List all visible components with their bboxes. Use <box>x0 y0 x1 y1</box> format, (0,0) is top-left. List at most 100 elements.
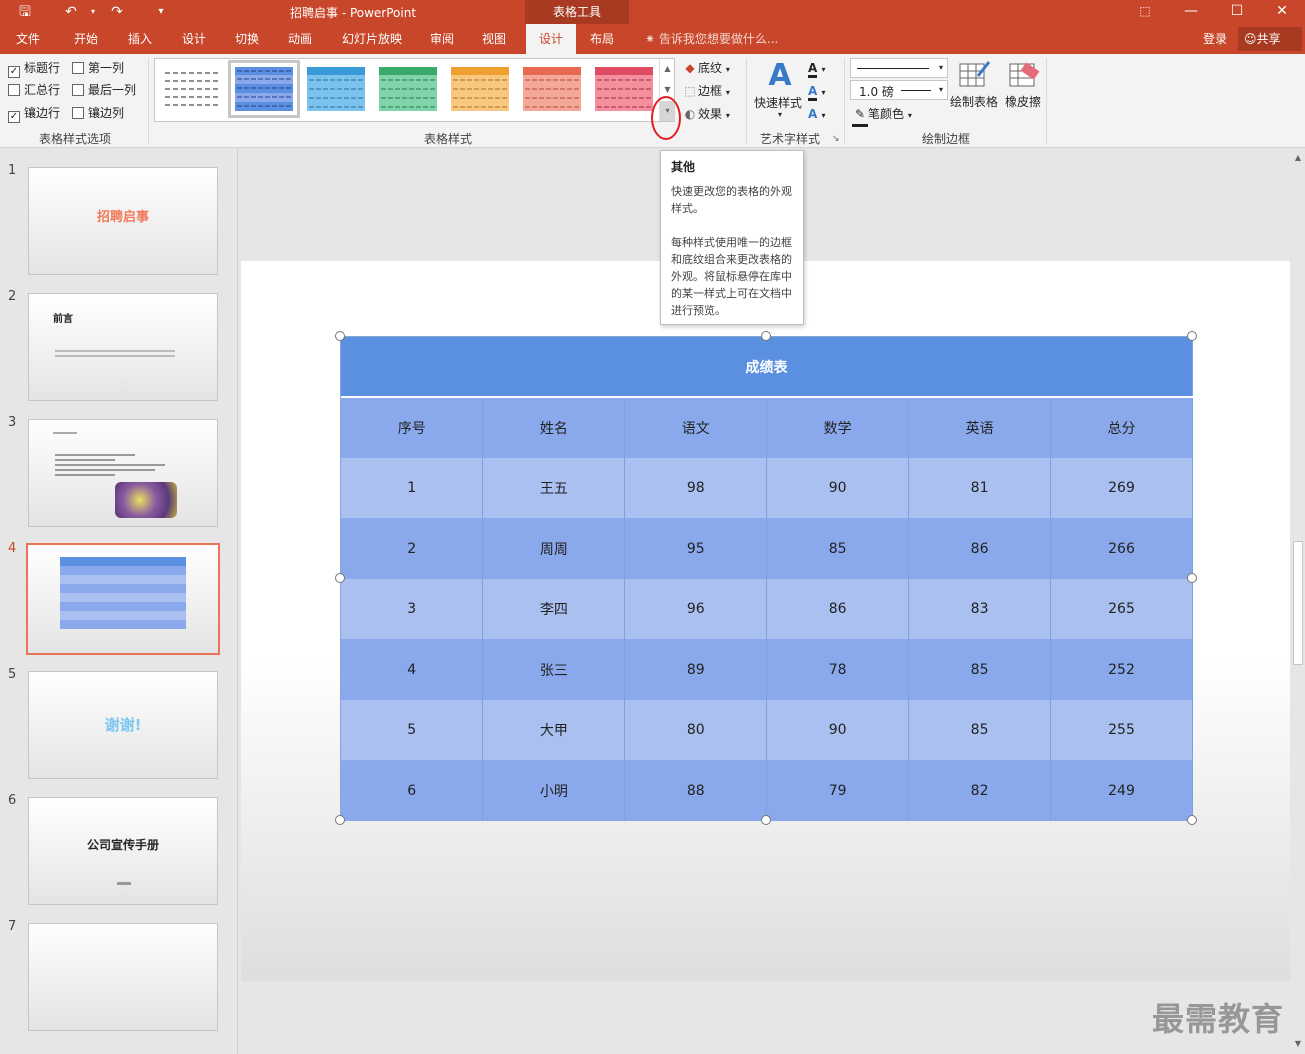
table-cell[interactable]: 269 <box>1050 458 1193 518</box>
resize-handle[interactable] <box>335 331 345 341</box>
table-cell[interactable]: 6 <box>341 760 484 821</box>
pen-color-button[interactable]: ✎ 笔颜色 ▾ <box>852 104 912 127</box>
resize-handle[interactable] <box>335 815 345 825</box>
table-cell[interactable]: 80 <box>624 700 768 760</box>
maximize-button[interactable]: ☐ <box>1214 0 1260 24</box>
resize-handle[interactable] <box>761 815 771 825</box>
customize-quick-access-icon[interactable]: ▾ <box>150 2 172 22</box>
resize-handle[interactable] <box>335 573 345 583</box>
tab-table-design[interactable]: 设计 <box>526 24 576 54</box>
table-cell[interactable]: 89 <box>624 639 768 700</box>
undo-icon[interactable]: ↶ <box>60 2 82 22</box>
draw-table-button[interactable]: 绘制表格 <box>950 92 998 112</box>
text-fill-button[interactable]: A ▾ <box>808 58 826 78</box>
gallery-scroll-up-icon[interactable]: ▲ <box>659 59 675 79</box>
checkbox-total-row[interactable]: 汇总行 <box>8 81 60 99</box>
table-cell[interactable]: 86 <box>908 518 1052 579</box>
table-cell[interactable]: 2 <box>341 518 484 579</box>
table-cell[interactable]: 大甲 <box>482 700 626 760</box>
draw-table-icon[interactable] <box>958 60 990 90</box>
table-style-swatch[interactable] <box>307 67 365 111</box>
share-button[interactable]: ☺共享 <box>1238 27 1302 51</box>
table-cell[interactable]: 1 <box>341 458 484 518</box>
border-button[interactable]: ⬚ 边框 ▾ <box>682 81 730 101</box>
tab-insert[interactable]: 插入 <box>120 24 160 54</box>
table-style-swatch[interactable] <box>595 67 653 111</box>
tab-design[interactable]: 设计 <box>174 24 214 54</box>
table-style-swatch[interactable] <box>451 67 509 111</box>
slide-thumbnail-7[interactable] <box>28 923 218 1031</box>
table-header-cell[interactable]: 总分 <box>1050 397 1193 458</box>
scroll-down-icon[interactable]: ▼ <box>1291 1037 1305 1051</box>
table-style-gallery[interactable]: ▲ ▼ ▾ <box>154 58 675 122</box>
tab-transitions[interactable]: 切换 <box>227 24 267 54</box>
table-cell[interactable]: 小明 <box>482 760 626 821</box>
table-cell[interactable]: 85 <box>908 700 1052 760</box>
table-cell[interactable]: 249 <box>1050 760 1193 821</box>
pen-style-dropdown[interactable]: ▾ <box>850 58 948 78</box>
pen-weight-dropdown[interactable]: 1.0 磅 ▾ <box>850 80 948 100</box>
slide-thumbnail-2[interactable]: 前言 <box>28 293 218 401</box>
table-header-cell[interactable]: 语文 <box>624 397 768 458</box>
grade-table-frame[interactable]: 成绩表 序号 姓名 语文 数学 英语 总分 1 王五 98 90 81 269 2 周周 95 85 86 266 3… <box>340 336 1193 821</box>
table-cell[interactable]: 95 <box>624 518 768 579</box>
table-cell[interactable]: 82 <box>908 760 1052 821</box>
checkbox-banded-columns[interactable]: 镶边列 <box>72 104 124 122</box>
table-cell[interactable]: 83 <box>908 579 1052 639</box>
grade-table[interactable]: 成绩表 序号 姓名 语文 数学 英语 总分 1 王五 98 90 81 269 2 周周 95 85 86 266 3… <box>341 337 1193 821</box>
tab-table-layout[interactable]: 布局 <box>582 24 622 54</box>
table-cell[interactable]: 李四 <box>482 579 626 639</box>
slide-thumbnail-5[interactable]: 谢谢! <box>28 671 218 779</box>
eraser-icon[interactable] <box>1008 60 1040 90</box>
table-cell[interactable]: 90 <box>766 700 910 760</box>
table-cell[interactable]: 3 <box>341 579 484 639</box>
vertical-scrollbar[interactable]: ▲ ▼ <box>1291 149 1305 1054</box>
quick-styles-a-icon[interactable]: A <box>760 58 800 94</box>
checkbox-banded-rows[interactable]: ✓ 镶边行 <box>8 104 60 123</box>
tab-animations[interactable]: 动画 <box>280 24 320 54</box>
table-cell[interactable]: 5 <box>341 700 484 760</box>
redo-icon[interactable]: ↷ <box>106 2 128 22</box>
table-style-swatch[interactable] <box>523 67 581 111</box>
tab-home[interactable]: 开始 <box>66 24 106 54</box>
eraser-button[interactable]: 橡皮擦 <box>1005 92 1041 112</box>
effects-button[interactable]: ◐ 效果 ▾ <box>682 104 730 124</box>
table-cell[interactable]: 张三 <box>482 639 626 700</box>
table-style-swatch[interactable] <box>163 67 221 111</box>
close-button[interactable]: ✕ <box>1259 0 1305 24</box>
checkbox-header-row[interactable]: ✓ 标题行 <box>8 59 60 78</box>
resize-handle[interactable] <box>1187 573 1197 583</box>
scroll-up-icon[interactable]: ▲ <box>1291 151 1305 165</box>
table-header-cell[interactable]: 姓名 <box>482 397 626 458</box>
dialog-launcher-icon[interactable]: ↘ <box>832 134 840 144</box>
checkbox-last-column[interactable]: 最后一列 <box>72 81 136 99</box>
table-cell[interactable]: 266 <box>1050 518 1193 579</box>
table-cell[interactable]: 85 <box>908 639 1052 700</box>
tab-review[interactable]: 审阅 <box>422 24 462 54</box>
slide-thumbnail-6[interactable]: 公司宣传手册 <box>28 797 218 905</box>
table-style-swatch-selected[interactable] <box>228 60 300 118</box>
table-style-swatch[interactable] <box>379 67 437 111</box>
tab-file[interactable]: 文件 <box>8 24 48 54</box>
table-cell[interactable]: 96 <box>624 579 768 639</box>
table-cell[interactable]: 4 <box>341 639 484 700</box>
tab-view[interactable]: 视图 <box>474 24 514 54</box>
slide-thumbnail-4-active[interactable] <box>26 543 220 655</box>
shading-button[interactable]: ◆ 底纹 ▾ <box>682 58 729 78</box>
table-cell[interactable]: 79 <box>766 760 910 821</box>
tell-me-search[interactable]: ⁕ 告诉我您想要做什么... <box>645 24 778 54</box>
table-cell[interactable]: 265 <box>1050 579 1193 639</box>
table-header-cell[interactable]: 序号 <box>341 397 484 458</box>
save-icon[interactable]: 🖫 <box>14 2 36 22</box>
table-header-cell[interactable]: 数学 <box>766 397 910 458</box>
login-link[interactable]: 登录 <box>1203 24 1227 54</box>
text-effects-button[interactable]: A ▾ <box>808 104 826 124</box>
slide-thumbnail-3[interactable] <box>28 419 218 527</box>
table-cell[interactable]: 98 <box>624 458 768 518</box>
resize-handle[interactable] <box>1187 815 1197 825</box>
scrollbar-thumb[interactable] <box>1293 541 1303 665</box>
slide-thumbnail-1[interactable]: 招聘启事 <box>28 167 218 275</box>
minimize-button[interactable]: — <box>1168 0 1214 24</box>
table-cell[interactable]: 周周 <box>482 518 626 579</box>
table-cell[interactable]: 90 <box>766 458 910 518</box>
